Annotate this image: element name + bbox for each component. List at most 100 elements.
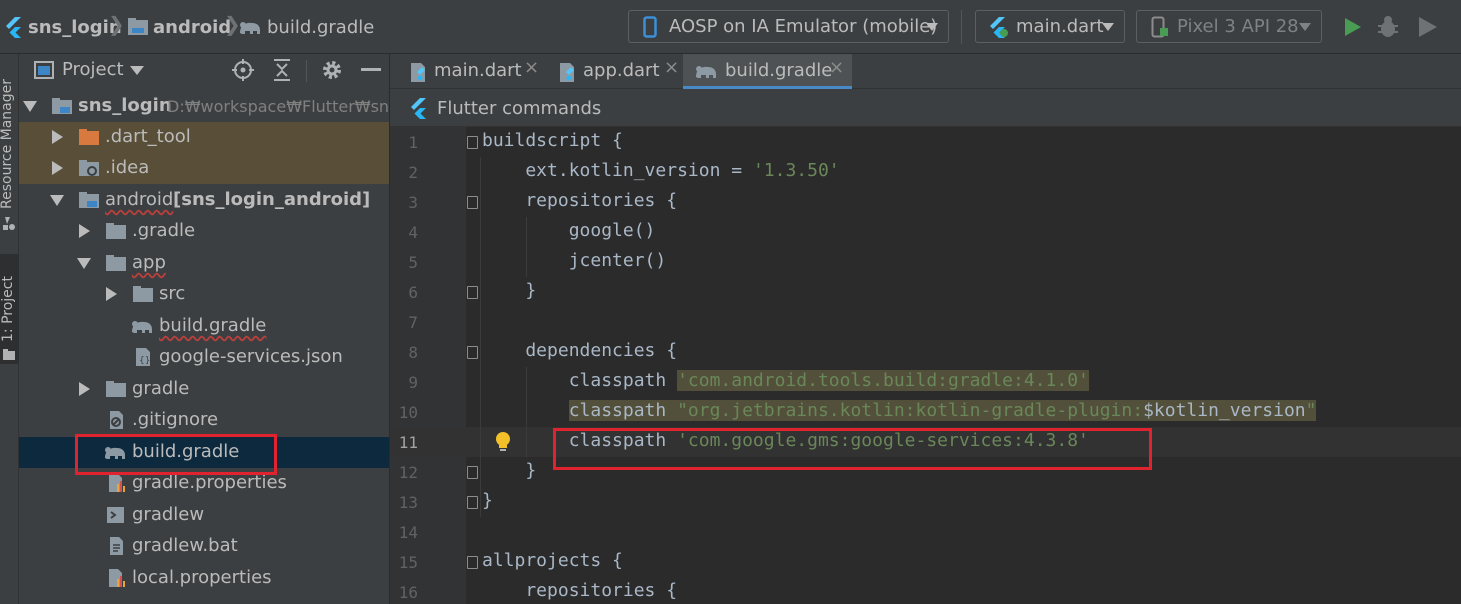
minimize-icon[interactable] — [361, 68, 381, 71]
code-plain: repositories { — [482, 580, 678, 601]
code-line[interactable]: 6 } — [390, 277, 1461, 307]
code-plain: repositories { — [482, 190, 678, 211]
profile-icon[interactable] — [1416, 14, 1440, 40]
code-editor[interactable]: 1 buildscript { 2 ext.kotlin_version = '1.… — [390, 127, 1461, 604]
project-view-selector[interactable]: Project — [62, 59, 124, 80]
tree-row-gitignore[interactable]: .gitignore — [19, 405, 389, 436]
avd-selector[interactable]: Pixel 3 API 28 — [1136, 10, 1322, 43]
close-icon[interactable]: × — [524, 57, 539, 78]
code-line[interactable]: 2 ext.kotlin_version = '1.3.50' — [390, 157, 1461, 187]
tree-row-local-properties[interactable]: local.properties — [19, 563, 389, 594]
expand-arrow-icon[interactable] — [23, 101, 37, 112]
code-text: repositories { — [482, 190, 677, 211]
fold-marker-icon[interactable] — [467, 496, 478, 509]
tree-label: gradle.properties — [132, 472, 287, 493]
breadcrumb-item-file[interactable]: build.gradle — [238, 14, 374, 40]
module-folder-icon — [79, 192, 99, 208]
code-text: dependencies { — [482, 340, 677, 361]
code-text: repositories { — [482, 580, 677, 601]
gear-icon[interactable] — [320, 58, 344, 82]
device-selector[interactable]: AOSP on IA Emulator (mobile) — [628, 10, 949, 43]
lightbulb-icon[interactable] — [493, 430, 513, 454]
code-line[interactable]: 14 — [390, 517, 1461, 547]
line-number: 1 — [408, 133, 418, 152]
tree-row-dart-tool[interactable]: .dart_tool — [19, 122, 389, 153]
collapse-arrow-icon[interactable] — [79, 382, 90, 396]
tree-row-google-services[interactable]: {} google-services.json — [19, 342, 389, 373]
gradle-elephant-icon — [132, 321, 152, 333]
fold-marker-icon[interactable] — [467, 346, 478, 359]
indent-guide — [526, 367, 527, 457]
line-number: 7 — [408, 313, 418, 332]
collapse-arrow-icon[interactable] — [106, 287, 117, 301]
tree-label: android — [105, 189, 174, 210]
breadcrumb-item-project[interactable]: sns_login — [4, 14, 122, 40]
tree-row-gradle-dir[interactable]: .gradle — [19, 216, 389, 247]
tree-row-gradlew-bat[interactable]: gradlew.bat — [19, 531, 389, 562]
header-divider — [306, 60, 307, 82]
code-line[interactable]: 15 allprojects { — [390, 547, 1461, 577]
code-line[interactable]: 10 classpath "org.jetbrains.kotlin:kotli… — [390, 397, 1461, 427]
code-line[interactable]: 8 dependencies { — [390, 337, 1461, 367]
fold-marker-icon[interactable] — [467, 556, 478, 569]
tab-main-dart[interactable]: main.dart × — [398, 54, 539, 89]
tree-row-sns-login[interactable]: sns_login D:₩workspace₩Flutter₩sns_ — [19, 91, 389, 122]
run-icon[interactable] — [1340, 14, 1364, 40]
collapse-arrow-icon[interactable] — [52, 130, 63, 144]
code-line[interactable]: 4 google() — [390, 217, 1461, 247]
folder-icon — [128, 18, 148, 35]
tree-row-idea[interactable]: .idea — [19, 153, 389, 184]
code-plain: buildscript { — [482, 130, 623, 151]
collapse-arrow-icon[interactable] — [79, 224, 90, 238]
code-plain: ext.kotlin_version = — [482, 160, 753, 181]
code-text: buildscript { — [482, 130, 623, 151]
chevron-down-icon[interactable] — [130, 66, 144, 75]
expand-arrow-icon[interactable] — [77, 258, 91, 269]
code-string: '1.3.50' — [752, 160, 840, 181]
debug-icon[interactable] — [1376, 14, 1400, 40]
breadcrumb-item-android[interactable]: android — [127, 14, 231, 40]
code-plain: } — [482, 490, 493, 511]
code-plain: } — [482, 460, 537, 481]
tree-row-gradlew[interactable]: gradlew — [19, 500, 389, 531]
locate-file-icon[interactable] — [231, 58, 255, 82]
close-icon[interactable]: × — [829, 57, 844, 78]
script-file-icon — [107, 507, 124, 523]
tree-row-app-build-gradle[interactable]: build.gradle — [19, 311, 389, 342]
line-number: 15 — [398, 553, 418, 572]
fold-marker-icon[interactable] — [467, 466, 478, 479]
gradle-elephant-icon — [240, 22, 260, 34]
indent-guide — [526, 217, 527, 277]
tree-row-gradle-folder[interactable]: gradle — [19, 374, 389, 405]
code-line[interactable]: 1 buildscript { — [390, 127, 1461, 157]
flutter-commands-link[interactable]: Flutter commands — [437, 98, 601, 119]
tree-row-src[interactable]: src — [19, 279, 389, 310]
tree-row-android[interactable]: android [sns_login_android] — [19, 185, 389, 216]
code-line[interactable]: 13} — [390, 487, 1461, 517]
code-line[interactable]: 7 — [390, 307, 1461, 337]
code-line[interactable]: 16 repositories { — [390, 577, 1461, 604]
expand-arrow-icon[interactable] — [50, 195, 64, 206]
line-number: 11 — [398, 433, 418, 452]
code-line[interactable]: 9 classpath 'com.android.tools.build:gra… — [390, 367, 1461, 397]
tree-row-app[interactable]: app — [19, 248, 389, 279]
close-icon[interactable]: × — [664, 57, 679, 78]
fold-marker-icon[interactable] — [467, 286, 478, 299]
collapse-all-icon[interactable] — [271, 58, 293, 82]
line-number: 6 — [408, 283, 418, 302]
fold-marker-icon[interactable] — [467, 196, 478, 209]
breadcrumb-label: android — [153, 16, 232, 38]
tree-label: gradlew.bat — [132, 535, 238, 556]
code-line[interactable]: 3 repositories { — [390, 187, 1461, 217]
annotation-highlight-box — [75, 434, 277, 475]
code-plain: classpath — [482, 370, 678, 391]
tab-app-dart[interactable]: app.dart × — [547, 54, 679, 89]
run-config-selector[interactable]: main.dart — [975, 10, 1125, 43]
fold-marker-icon[interactable] — [467, 136, 478, 149]
tab-build-gradle[interactable]: build.gradle × — [683, 54, 852, 89]
tree-label: local.properties — [132, 567, 272, 588]
collapse-arrow-icon[interactable] — [52, 161, 63, 175]
project-tab[interactable]: 1: Project — [0, 254, 19, 364]
json-file-icon: {} — [136, 348, 150, 366]
code-line[interactable]: 5 jcenter() — [390, 247, 1461, 277]
